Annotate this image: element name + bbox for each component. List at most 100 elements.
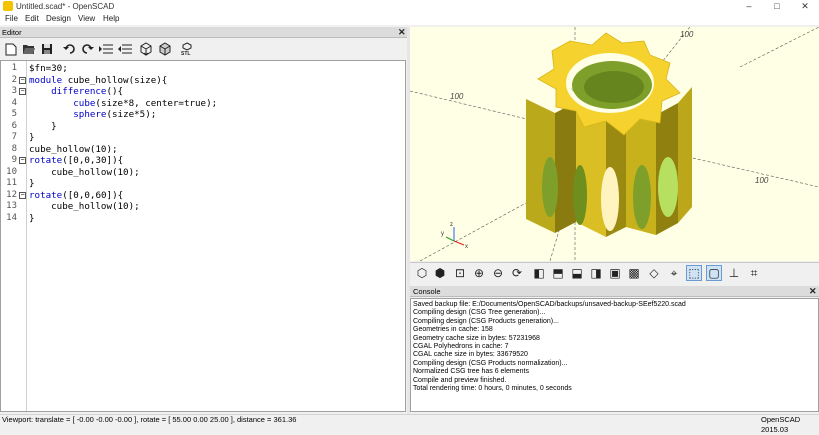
code-editor[interactable]: 1 $fn=30; 2− module cube_hollow(size){3− di… <box>0 60 406 412</box>
close-window-button[interactable]: ✕ <box>791 0 819 13</box>
svg-text:STL: STL <box>181 51 190 56</box>
menu-edit[interactable]: Edit <box>25 13 39 25</box>
gizmo-y-label: y <box>441 231 444 237</box>
menu-design[interactable]: Design <box>46 13 71 25</box>
unindent-icon[interactable] <box>117 41 133 57</box>
axes-icon[interactable]: ⊥ <box>726 265 742 281</box>
console-line: Compiling design (CSG Products generatio… <box>413 317 559 325</box>
3d-viewport[interactable]: 100 100 100 z x y <box>410 27 819 261</box>
line-number: 11 <box>6 178 17 188</box>
hollow-gear-model <box>526 32 692 237</box>
title-bar: Untitled.scad* - OpenSCAD – □ ✕ <box>0 0 819 13</box>
code-line: rotate([0,0,30]){ <box>29 155 124 166</box>
console-output[interactable]: Saved backup file: E:/Documents/OpenSCAD… <box>410 298 819 412</box>
line-number: 12 <box>6 189 17 200</box>
perspective-icon[interactable]: ⬚ <box>686 265 702 281</box>
code-line: sphere(size*5); <box>73 109 157 120</box>
code-line: $fn=30; <box>29 63 68 74</box>
editor-panel-header: Editor ✕ <box>0 27 408 38</box>
preview-icon[interactable]: ⬡ <box>414 265 430 281</box>
editor-toolbar: STL <box>0 39 408 59</box>
console-close-button[interactable]: ✕ <box>809 286 817 297</box>
line-number: 14 <box>6 212 17 223</box>
line-number: 10 <box>6 166 17 177</box>
editor-title: Editor <box>2 28 22 37</box>
zoom-in-icon[interactable]: ⊕ <box>471 265 487 281</box>
console-line: Saved backup file: E:/Documents/OpenSCAD… <box>413 301 686 308</box>
front-view-icon[interactable]: ▣ <box>607 265 623 281</box>
code-line: difference(){ <box>51 86 124 97</box>
code-line: cube_hollow(10); <box>29 201 140 212</box>
status-bar: Viewport: translate = [ -0.00 -0.00 -0.0… <box>0 414 819 434</box>
window-title: Untitled.scad* - OpenSCAD <box>16 2 115 11</box>
console-title: Console <box>413 287 441 296</box>
code-line: } <box>29 178 35 189</box>
console-panel-header: Console ✕ <box>410 286 819 297</box>
render-icon[interactable] <box>157 41 173 57</box>
line-number: 1 <box>11 63 17 73</box>
line-number: 7 <box>11 132 17 142</box>
code-line: rotate([0,0,60]){ <box>29 189 124 201</box>
orthogonal-icon[interactable]: ▢ <box>706 265 722 281</box>
line-number: 5 <box>11 109 17 119</box>
top-view-icon[interactable]: ⬒ <box>550 265 566 281</box>
preview-icon[interactable] <box>138 41 154 57</box>
line-number: 9 <box>11 155 17 165</box>
fold-toggle-icon[interactable]: − <box>19 157 26 164</box>
version-label: OpenSCAD 2015.03 <box>761 415 801 434</box>
axis-label-1: 100 <box>450 92 464 101</box>
fold-toggle-icon[interactable]: − <box>19 88 26 95</box>
reset-view-icon[interactable]: ⟳ <box>509 265 525 281</box>
axis-label-2: 100 <box>680 30 694 39</box>
new-file-icon[interactable] <box>3 41 19 57</box>
menu-bar: File Edit Design View Help <box>0 13 819 25</box>
line-number: 4 <box>11 97 17 108</box>
code-line: module cube_hollow(size){ <box>29 74 168 86</box>
console-line: CGAL cache size in bytes: 33679520 <box>413 351 528 359</box>
menu-file[interactable]: File <box>5 13 18 25</box>
console-line: Geometries in cache: 158 <box>413 326 493 334</box>
model-render: 100 100 100 z x y <box>410 27 819 261</box>
fold-toggle-icon[interactable]: − <box>19 76 26 84</box>
redo-icon[interactable] <box>79 41 95 57</box>
view-all-icon[interactable]: ⊡ <box>452 265 468 281</box>
console-line: Total rendering time: 0 hours, 0 minutes… <box>413 385 572 392</box>
line-number: 8 <box>11 143 17 154</box>
gizmo-x-label: x <box>465 244 468 250</box>
undo-icon[interactable] <box>61 41 77 57</box>
minimize-button[interactable]: – <box>735 0 763 13</box>
console-line: Compiling design (CSG Products normaliza… <box>413 359 568 367</box>
bottom-view-icon[interactable]: ⬓ <box>569 265 585 281</box>
editor-close-button[interactable]: ✕ <box>398 27 406 38</box>
view-toolbar: ⬡ ⬢ ⊡ ⊕ ⊖ ⟳ ◧ ⬒ ⬓ ◨ ▣ ▩ ◇ ⌖ ⬚ ▢ ⊥ ⌗ <box>410 262 819 283</box>
save-icon[interactable] <box>39 41 55 57</box>
console-line: CGAL Polyhedrons in cache: 7 <box>413 343 509 350</box>
code-line: } <box>29 212 35 224</box>
code-line: cube_hollow(10); <box>29 166 140 178</box>
render-icon[interactable]: ⬢ <box>432 265 448 281</box>
indent-icon[interactable] <box>98 41 114 57</box>
menu-help[interactable]: Help <box>103 13 119 25</box>
menu-view[interactable]: View <box>78 13 95 25</box>
console-line: Geometry cache size in bytes: 57231968 <box>413 334 540 342</box>
crosshairs-icon[interactable]: ⌗ <box>746 265 762 281</box>
diagonal-view-icon[interactable]: ◇ <box>646 265 662 281</box>
open-file-icon[interactable] <box>21 41 37 57</box>
left-view-icon[interactable]: ◨ <box>588 265 604 281</box>
fold-toggle-icon[interactable]: − <box>19 191 26 199</box>
axis-label-3: 100 <box>755 176 769 185</box>
code-line: } <box>29 120 57 132</box>
back-view-icon[interactable]: ▩ <box>626 265 642 281</box>
zoom-out-icon[interactable]: ⊖ <box>490 265 506 281</box>
openscad-logo-icon <box>3 1 13 11</box>
gizmo-z-label: z <box>450 222 453 228</box>
line-number: 6 <box>11 120 17 131</box>
maximize-button[interactable]: □ <box>763 0 791 13</box>
export-stl-icon[interactable]: STL <box>179 41 195 57</box>
right-view-icon[interactable]: ◧ <box>531 265 547 281</box>
code-line: cube(size*8, center=true); <box>73 97 218 109</box>
line-number: 13 <box>6 201 17 211</box>
line-number: 2 <box>11 74 17 85</box>
code-line: } <box>29 132 35 143</box>
center-icon[interactable]: ⌖ <box>666 265 682 281</box>
